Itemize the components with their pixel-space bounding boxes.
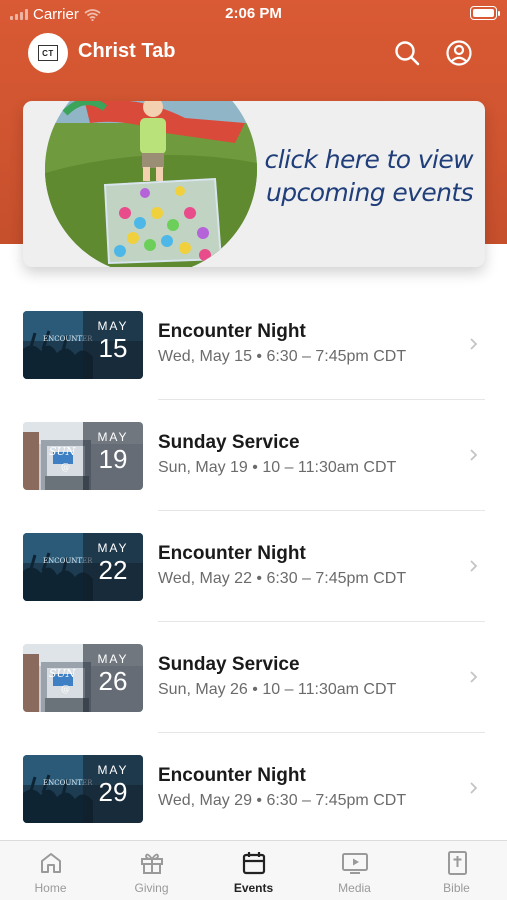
event-day: 19 bbox=[98, 444, 128, 474]
tab-giving[interactable]: Giving bbox=[101, 847, 202, 899]
account-button[interactable] bbox=[444, 38, 474, 68]
event-month: MAY bbox=[97, 541, 129, 555]
search-button[interactable] bbox=[392, 38, 422, 68]
tab-bible-label: Bible bbox=[443, 881, 470, 895]
event-list: ENCOUNTER MAY 15 Encounter Night Wed, Ma… bbox=[0, 289, 507, 844]
svg-text:@: @ bbox=[61, 685, 70, 695]
banner-caption-line1: click here to view bbox=[264, 145, 474, 174]
home-icon bbox=[40, 853, 61, 873]
event-date-badge: MAY 15 bbox=[83, 311, 143, 379]
event-time: Sun, May 26 • 10 – 11:30am CDT bbox=[158, 681, 397, 698]
chevron-right-icon bbox=[470, 449, 478, 461]
logo-text: CT bbox=[38, 45, 58, 61]
event-thumbnail: ENCOUNTER MAY 22 bbox=[23, 533, 143, 601]
chevron-right-icon bbox=[470, 671, 478, 683]
chevron-right-icon bbox=[470, 782, 478, 794]
event-day: 26 bbox=[98, 666, 128, 696]
event-row[interactable]: SUN @ MAY 26 Sunday Service Sun, May 26 … bbox=[0, 622, 507, 733]
event-month: MAY bbox=[97, 652, 129, 666]
tab-events[interactable]: Events bbox=[203, 847, 304, 899]
event-title: Sunday Service bbox=[158, 654, 300, 675]
event-title: Encounter Night bbox=[158, 543, 306, 564]
banner-photo bbox=[45, 101, 257, 267]
event-thumbnail: ENCOUNTER MAY 29 bbox=[23, 755, 143, 823]
tab-giving-label: Giving bbox=[134, 881, 169, 895]
event-month: MAY bbox=[97, 319, 129, 333]
event-day: 22 bbox=[98, 555, 128, 585]
svg-text:@: @ bbox=[61, 463, 70, 473]
tab-bible[interactable]: Bible bbox=[406, 847, 507, 899]
tab-bar: Home Giving Events Media Bible bbox=[0, 840, 507, 900]
account-icon bbox=[446, 40, 472, 66]
event-row[interactable]: SUN @ MAY 19 Sunday Service Sun, May 19 … bbox=[0, 400, 507, 511]
event-day: 29 bbox=[98, 777, 128, 807]
tab-media-label: Media bbox=[338, 881, 371, 895]
status-time: 2:06 PM bbox=[225, 5, 282, 22]
event-day: 15 bbox=[98, 333, 128, 363]
bible-icon bbox=[447, 851, 467, 875]
event-date-badge: MAY 19 bbox=[83, 422, 143, 490]
event-title: Sunday Service bbox=[158, 432, 300, 453]
tv-play-icon bbox=[341, 853, 368, 874]
event-date-badge: MAY 22 bbox=[83, 533, 143, 601]
event-month: MAY bbox=[97, 430, 129, 444]
chevron-right-icon bbox=[470, 560, 478, 572]
event-thumbnail: SUN @ MAY 26 bbox=[23, 644, 143, 712]
status-bar: Carrier 2:06 PM bbox=[0, 0, 507, 28]
svg-text:SUN: SUN bbox=[49, 667, 76, 680]
app-bar: CT Christ Tab bbox=[0, 30, 507, 76]
battery-icon bbox=[470, 6, 500, 20]
event-time: Wed, May 15 • 6:30 – 7:45pm CDT bbox=[158, 348, 407, 365]
app-title: Christ Tab bbox=[78, 40, 176, 62]
upcoming-events-banner[interactable]: click here to view upcoming events bbox=[23, 101, 485, 267]
calendar-icon bbox=[242, 852, 265, 875]
tab-home[interactable]: Home bbox=[0, 847, 101, 899]
search-icon bbox=[395, 41, 420, 66]
event-row[interactable]: ENCOUNTER MAY 15 Encounter Night Wed, Ma… bbox=[0, 289, 507, 400]
event-row[interactable]: ENCOUNTER MAY 29 Encounter Night Wed, Ma… bbox=[0, 733, 507, 844]
event-time: Sun, May 19 • 10 – 11:30am CDT bbox=[158, 459, 397, 476]
event-time: Wed, May 29 • 6:30 – 7:45pm CDT bbox=[158, 792, 407, 809]
tab-home-label: Home bbox=[34, 881, 67, 895]
tab-events-label: Events bbox=[233, 881, 274, 895]
event-date-badge: MAY 26 bbox=[83, 644, 143, 712]
banner-caption-line2: upcoming events bbox=[266, 178, 474, 207]
svg-text:SUN: SUN bbox=[49, 445, 76, 458]
event-month: MAY bbox=[97, 763, 129, 777]
event-date-badge: MAY 29 bbox=[83, 755, 143, 823]
event-title: Encounter Night bbox=[158, 321, 306, 342]
banner-caption: click here to view upcoming events bbox=[243, 143, 474, 209]
event-thumbnail: ENCOUNTER MAY 15 bbox=[23, 311, 143, 379]
gift-icon bbox=[140, 853, 163, 874]
event-thumbnail: SUN @ MAY 19 bbox=[23, 422, 143, 490]
event-title: Encounter Night bbox=[158, 765, 306, 786]
chevron-right-icon bbox=[470, 338, 478, 350]
event-time: Wed, May 22 • 6:30 – 7:45pm CDT bbox=[158, 570, 407, 587]
app-logo[interactable]: CT bbox=[28, 33, 68, 73]
event-row[interactable]: ENCOUNTER MAY 22 Encounter Night Wed, Ma… bbox=[0, 511, 507, 622]
tab-media[interactable]: Media bbox=[304, 847, 405, 899]
